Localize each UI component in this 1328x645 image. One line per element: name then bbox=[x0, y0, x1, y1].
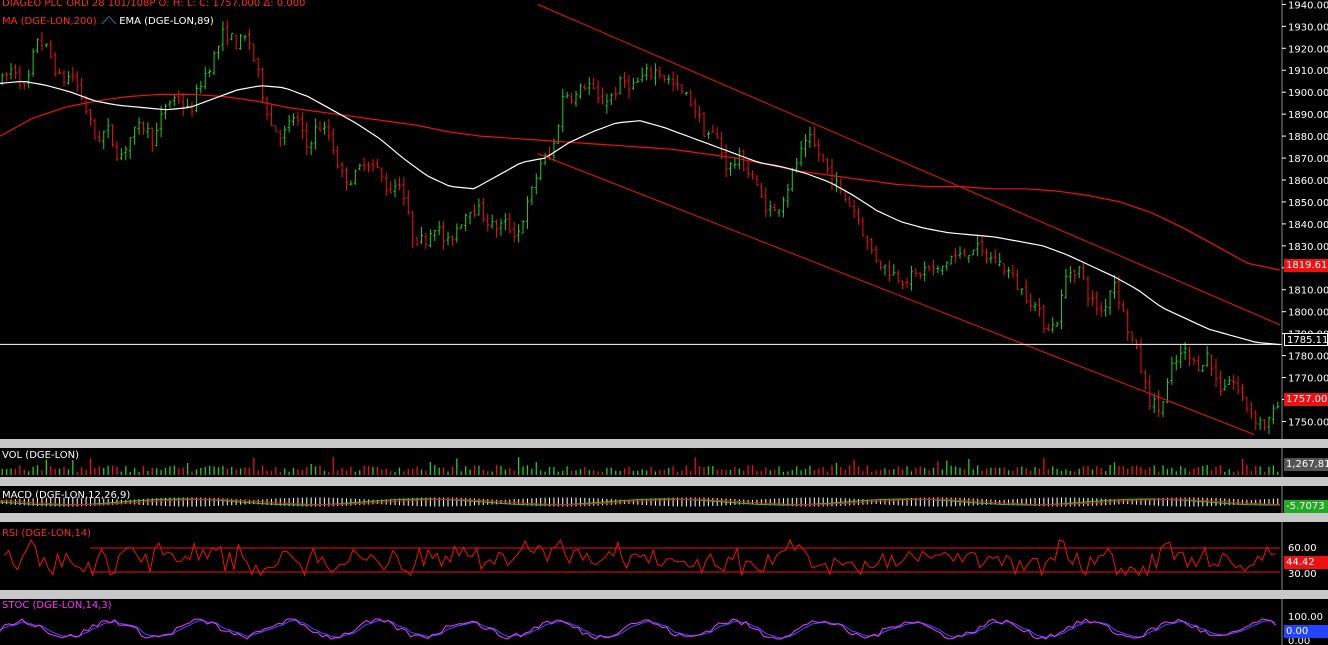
price-tick-label: 1900.000 bbox=[1288, 88, 1328, 99]
volume-value-tag: 1,267,81 bbox=[1284, 458, 1328, 471]
channel-upper-line bbox=[537, 3, 1281, 326]
rsi-label: RSI (DGE-LON,14) bbox=[2, 528, 92, 539]
price-tick-label: 1810.000 bbox=[1288, 286, 1328, 297]
macd-value-tag: -5.7073 bbox=[1284, 500, 1328, 513]
last-price-tag: 1757.000 bbox=[1284, 393, 1328, 406]
macd-chart bbox=[0, 486, 1283, 513]
price-tick-label: 1930.000 bbox=[1288, 22, 1328, 33]
panel-divider[interactable] bbox=[0, 477, 1328, 486]
rsi-chart bbox=[4, 522, 1283, 590]
price-tick-label: 1920.000 bbox=[1288, 44, 1328, 55]
stoc-k-line bbox=[0, 618, 1276, 640]
price-panel[interactable]: 1940.000 1930.000 1920.000 1910.000 1900.000… bbox=[0, 0, 1328, 439]
price-tick-label: 1830.000 bbox=[1288, 242, 1328, 253]
volume-panel[interactable]: VOL (DGE-LON) 1,267,81 bbox=[0, 448, 1328, 477]
rsi-axis-30: 30.00 bbox=[1288, 569, 1317, 580]
price-tick-label: 1840.000 bbox=[1288, 220, 1328, 231]
price-chart[interactable]: 1940.000 1930.000 1920.000 1910.000 1900.000… bbox=[0, 0, 1328, 439]
macd-panel[interactable]: MACD (DGE-LON,12,26,9) -5.7073 bbox=[0, 486, 1328, 513]
stoc-label: STOC (DGE-LON,14,3) bbox=[2, 600, 112, 611]
stoc-axis-100: 100.00 bbox=[1288, 612, 1323, 623]
price-tick-label: 1800.000 bbox=[1288, 308, 1328, 319]
price-tick-label: 1880.000 bbox=[1288, 132, 1328, 143]
stoc-panel[interactable]: STOC (DGE-LON,14,3) 100.00 0.00 0.00 bbox=[0, 599, 1328, 645]
price-tick-label: 1750.000 bbox=[1288, 417, 1328, 428]
price-tick-label: 1770.000 bbox=[1288, 374, 1328, 385]
volume-chart bbox=[1, 448, 1283, 477]
ema-legend: ⟋⟍ EMA (DGE-LON,89) bbox=[102, 16, 214, 28]
stoc-value-tag: 0.00 bbox=[1284, 625, 1328, 638]
panel-divider[interactable] bbox=[0, 590, 1328, 599]
price-tick-label: 1910.000 bbox=[1288, 66, 1328, 77]
price-tick-label: 1780.000 bbox=[1288, 352, 1328, 363]
hline-value-tag: 1785.114 bbox=[1284, 333, 1328, 346]
ema-line-icon: ⟋⟍ bbox=[102, 16, 116, 27]
ema-legend-label: EMA (DGE-LON,89) bbox=[119, 16, 214, 27]
rsi-axis-60: 60.00 bbox=[1288, 543, 1317, 554]
panel-divider[interactable] bbox=[0, 513, 1328, 522]
stoc-chart bbox=[0, 599, 1283, 645]
volume-label: VOL (DGE-LON) bbox=[2, 450, 80, 461]
ma-legend: MA (DGE-LON,200) bbox=[2, 16, 97, 27]
price-tick-label: 1850.000 bbox=[1288, 198, 1328, 209]
ma-value-tag: 1819.610 bbox=[1284, 259, 1328, 272]
price-tick-label: 1890.000 bbox=[1288, 110, 1328, 121]
panel-divider[interactable] bbox=[0, 439, 1328, 448]
rsi-value-tag: 44.42 bbox=[1284, 556, 1328, 569]
rsi-line bbox=[4, 538, 1276, 577]
channel-lower-line bbox=[537, 153, 1255, 436]
rsi-panel[interactable]: RSI (DGE-LON,14) 60.00 30.00 44.42 bbox=[0, 522, 1328, 590]
price-tick-label: 1870.000 bbox=[1288, 154, 1328, 165]
symbol-header: DIAGEO PLC ORD 28 101/108P O: H: L: C: 1… bbox=[2, 0, 306, 9]
macd-label: MACD (DGE-LON,12,26,9) bbox=[2, 490, 131, 501]
price-tick-label: 1940.000 bbox=[1288, 0, 1328, 11]
price-tick-label: 1860.000 bbox=[1288, 176, 1328, 187]
